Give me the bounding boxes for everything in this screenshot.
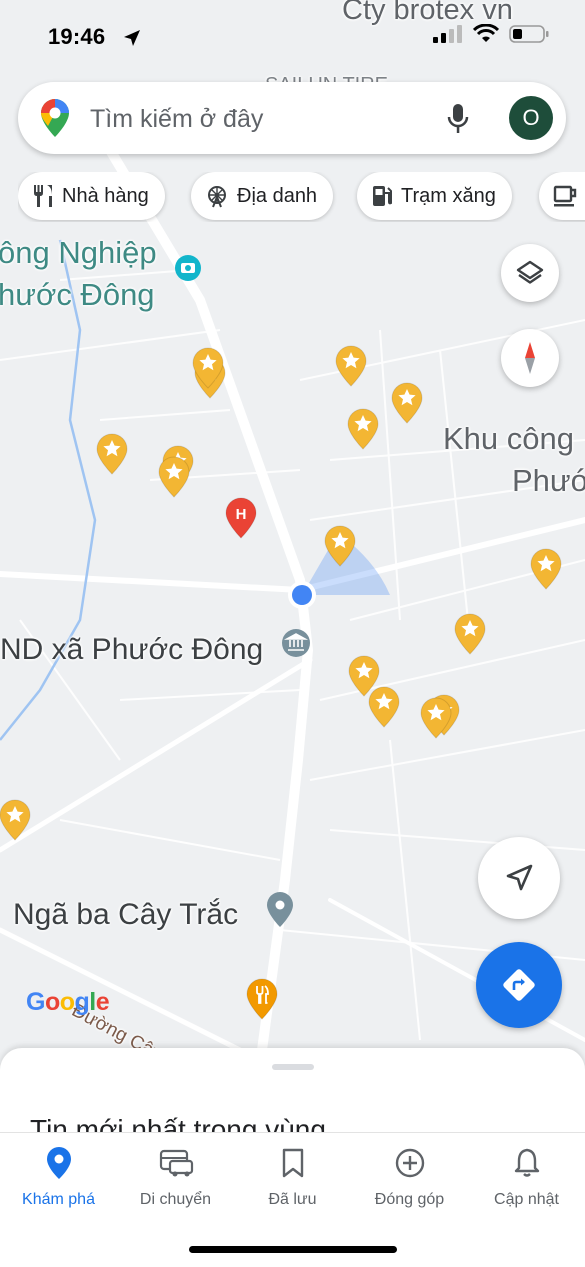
compass-icon xyxy=(525,342,535,374)
chip-label: Trạm xăng xyxy=(401,184,496,207)
bookmark-icon xyxy=(282,1148,303,1178)
chip-coffee[interactable] xyxy=(539,172,585,220)
home-indicator xyxy=(189,1246,397,1253)
add-circle-icon xyxy=(395,1148,424,1178)
chip-restaurants[interactable]: Nhà hàng xyxy=(18,172,165,220)
location-arrow-icon xyxy=(124,30,140,46)
google-logo: Google xyxy=(26,988,110,1016)
tab-explore[interactable]: Khám phá xyxy=(0,1145,117,1209)
directions-icon xyxy=(503,969,535,1001)
status-bar: 19:46 xyxy=(0,0,585,70)
tab-label: Khám phá xyxy=(22,1191,95,1208)
microphone-icon[interactable] xyxy=(446,103,470,135)
map-label-kcn-left-1[interactable]: ông Nghiệp xyxy=(0,235,157,271)
tab-saved[interactable]: Đã lưu xyxy=(234,1145,351,1209)
wifi-icon xyxy=(473,24,499,42)
battery-icon xyxy=(509,25,549,43)
tab-label: Di chuyển xyxy=(139,1191,212,1208)
sheet-handle[interactable] xyxy=(272,1064,314,1070)
car-icon xyxy=(159,1149,193,1177)
chip-label: Địa danh xyxy=(237,184,318,207)
navigation-arrow-icon xyxy=(506,864,533,891)
chip-landmarks[interactable]: Địa danh xyxy=(191,172,334,220)
ferris-wheel-icon xyxy=(208,186,226,208)
tab-commute[interactable]: Di chuyển xyxy=(117,1145,234,1209)
avatar-letter: O xyxy=(522,105,540,130)
signal-icon xyxy=(433,25,462,43)
maps-logo-icon xyxy=(41,99,69,137)
compass-button[interactable] xyxy=(501,329,559,387)
category-chips: Nhà hàng Địa danh Trạm xăng xyxy=(18,172,585,222)
status-time: 19:46 xyxy=(48,24,106,49)
account-avatar[interactable]: O xyxy=(509,96,553,140)
tab-updates[interactable]: Cập nhật xyxy=(468,1145,585,1209)
map-label-kcn-left-2[interactable]: hước Đông xyxy=(0,277,155,313)
my-location-button[interactable] xyxy=(478,837,560,919)
coffee-icon xyxy=(553,185,577,207)
chip-label: Nhà hàng xyxy=(62,184,149,207)
tab-label: Đóng góp xyxy=(374,1191,445,1208)
layers-icon xyxy=(516,260,544,284)
map-label-nga-ba[interactable]: Ngã ba Cây Trắc xyxy=(13,898,238,932)
map-label-kcn-right-2[interactable]: Phướ xyxy=(512,463,585,499)
directions-button[interactable] xyxy=(476,942,562,1028)
map-label-ubnd[interactable]: ND xã Phước Đông xyxy=(0,633,263,667)
chip-gas-stations[interactable]: Trạm xăng xyxy=(357,172,512,220)
tab-label: Cập nhật xyxy=(494,1191,559,1208)
tab-contribute[interactable]: Đóng góp xyxy=(351,1145,468,1209)
bell-icon xyxy=(514,1148,539,1177)
map-label-kcn-right-1[interactable]: Khu công xyxy=(443,421,574,457)
map-pin-icon xyxy=(46,1147,71,1179)
tab-label: Đã lưu xyxy=(268,1191,317,1208)
search-bar[interactable]: Tìm kiếm ở đây O xyxy=(18,82,566,154)
fork-knife-icon xyxy=(34,185,52,207)
gas-station-icon xyxy=(373,186,392,206)
search-input[interactable]: Tìm kiếm ở đây xyxy=(90,105,263,134)
layers-button[interactable] xyxy=(501,244,559,302)
